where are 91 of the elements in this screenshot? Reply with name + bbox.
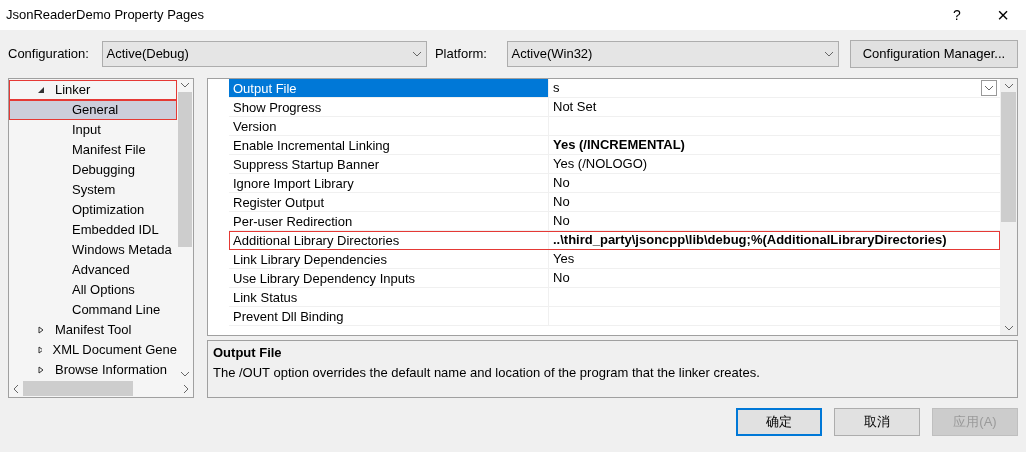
property-name: Link Status — [232, 289, 299, 306]
tree-item[interactable]: Windows Metada — [9, 240, 177, 260]
property-name: Version — [232, 118, 278, 135]
tree-item[interactable]: All Options — [9, 280, 177, 300]
property-value: Yes — [553, 250, 576, 269]
property-name: Suppress Startup Banner — [232, 156, 380, 173]
tree-label: Embedded IDL — [72, 221, 159, 240]
property-name: Show Progress — [232, 99, 323, 116]
tree-item[interactable]: XML Document Gene — [9, 340, 177, 360]
dropdown[interactable]: Active(Debug) — [101, 41, 427, 67]
property-row[interactable]: Register Output No — [229, 193, 1000, 212]
tree-item[interactable]: Linker — [9, 80, 177, 100]
property-value: Yes (/NOLOGO) — [553, 155, 649, 174]
expanded-triangle-icon[interactable] — [37, 86, 45, 94]
help-button[interactable]: ? — [934, 4, 980, 26]
property-value: No — [553, 269, 571, 288]
tree-item[interactable]: Command Line — [9, 300, 177, 320]
configuration-label: Configuration: — [8, 45, 90, 64]
scroll-left-icon[interactable] — [13, 383, 19, 394]
tree-item[interactable]: System — [9, 180, 177, 200]
property-row[interactable]: Per-user Redirection No — [229, 212, 1000, 231]
tree-item[interactable]: Manifest Tool — [9, 320, 177, 340]
scroll-down-icon — [180, 371, 190, 377]
window-title: JsonReaderDemo Property Pages — [6, 6, 205, 25]
tree-label: Linker — [55, 81, 91, 100]
chevron-down-icon — [411, 51, 422, 57]
tree-label: General — [72, 101, 119, 120]
tree-label: Input — [72, 121, 101, 140]
tree-label: Manifest Tool — [55, 321, 132, 340]
property-row[interactable]: Use Library Dependency Inputs No — [229, 269, 1000, 288]
tree-item[interactable]: Input — [9, 120, 177, 140]
tree-item[interactable]: Browse Information — [9, 360, 177, 380]
property-name: Link Library Dependencies — [232, 251, 388, 268]
tree-label: All Options — [72, 281, 135, 300]
tree-label: Browse Information — [55, 361, 167, 380]
dialog-button[interactable]: 确定 — [736, 408, 822, 436]
vertical-scrollbar[interactable] — [1000, 79, 1017, 335]
collapsed-triangle-icon[interactable] — [37, 346, 43, 354]
tree-label: Advanced — [72, 261, 130, 280]
property-value: Yes (/INCREMENTAL) — [553, 136, 686, 155]
property-name: Register Output — [232, 194, 326, 211]
collapsed-triangle-icon[interactable] — [37, 326, 45, 334]
collapsed-triangle-icon[interactable] — [37, 366, 45, 374]
dialog-button[interactable]: 取消 — [834, 408, 920, 436]
tree-label: Optimization — [72, 201, 145, 220]
property-row[interactable]: Suppress Startup Banner Yes (/NOLOGO) — [229, 155, 1000, 174]
property-value: ..\third_party\jsoncpp\lib\debug;%(AdditionalLibraryDirectories) — [553, 231, 948, 250]
chevron-down-icon — [823, 51, 834, 57]
tree-label: Windows Metada — [72, 241, 172, 260]
property-row[interactable]: Version — [229, 117, 1000, 136]
property-name: Prevent Dll Binding — [232, 308, 345, 325]
tree-label: Command Line — [72, 301, 161, 320]
tree-item[interactable]: General — [9, 100, 177, 120]
scroll-down-icon — [1003, 325, 1014, 331]
property-row[interactable]: Enable Incremental Linking Yes (/INCREMENTAL) — [229, 136, 1000, 155]
tree-item[interactable]: Embedded IDL — [9, 220, 177, 240]
property-row[interactable]: Show Progress Not Set — [229, 98, 1000, 117]
property-row[interactable]: Link Library Dependencies Yes — [229, 250, 1000, 269]
property-value: No — [553, 212, 571, 231]
property-row[interactable]: Additional Library Directories ..\third_party\jsoncpp\lib\debug;%(AdditionalLibraryDirectories) — [229, 231, 1000, 250]
scroll-right-icon[interactable] — [183, 383, 189, 394]
tree-label: Manifest File — [72, 141, 146, 160]
dropdown-button[interactable] — [981, 80, 997, 96]
property-row[interactable]: Link Status — [229, 288, 1000, 307]
property-name: Additional Library Directories — [232, 232, 401, 249]
tree-item[interactable]: Debugging — [9, 160, 177, 180]
tree-label: System — [72, 181, 116, 200]
property-row[interactable]: Ignore Import Library No — [229, 174, 1000, 193]
property-name: Per-user Redirection — [232, 213, 354, 230]
property-name: Output File — [229, 79, 548, 97]
description-text: The /OUT option overrides the default name and location of the program that the linker creates. — [213, 363, 761, 382]
property-name: Use Library Dependency Inputs — [232, 270, 417, 287]
property-row[interactable]: Output File s — [229, 79, 1000, 98]
property-value: No — [553, 174, 571, 193]
tree-item[interactable]: Advanced — [9, 260, 177, 280]
property-row[interactable]: Prevent Dll Binding — [229, 307, 1000, 326]
description-title: Output File — [213, 344, 283, 362]
property-value: No — [553, 193, 571, 212]
tree-item[interactable]: Optimization — [9, 200, 177, 220]
tree-label: Debugging — [72, 161, 135, 180]
dropdown[interactable]: Active(Win32) — [506, 41, 839, 67]
property-name: Ignore Import Library — [232, 175, 355, 192]
platform-label: Platform: — [434, 45, 488, 64]
chevron-down-icon — [984, 85, 994, 91]
property-value: Not Set — [553, 98, 598, 117]
tree-label: XML Document Gene — [52, 341, 177, 360]
property-name: Enable Incremental Linking — [232, 137, 391, 154]
configuration-manager-button[interactable]: Configuration Manager... — [849, 40, 1018, 68]
close-button[interactable]: × — [980, 0, 1026, 30]
tree-item[interactable]: Manifest File — [9, 140, 177, 160]
property-value: s — [553, 79, 561, 98]
